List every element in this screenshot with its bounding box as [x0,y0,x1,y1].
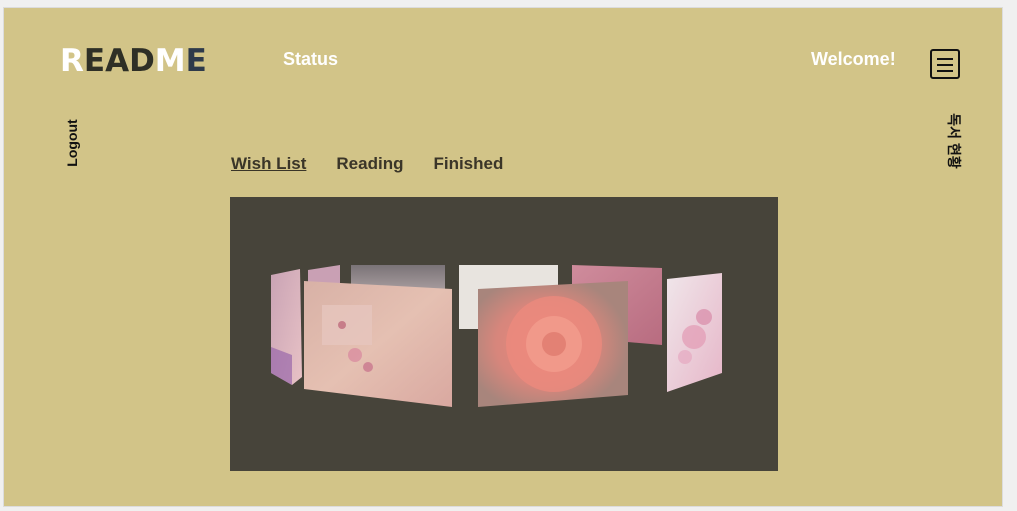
logout-button[interactable]: Logout [62,116,82,170]
page: README Status Welcome! Logout 독서 현황 Wish… [3,7,1003,507]
carousel-card-detail [363,362,373,372]
logo-letter: E [83,43,106,79]
welcome-text: Welcome! [811,49,896,69]
reading-stats-label: 독서 현황 [946,113,962,169]
nav-status-link[interactable]: Status [283,49,338,70]
carousel-card-detail [338,321,346,329]
reading-stats-link[interactable]: 독서 현황 [944,110,964,172]
carousel-card-detail [682,325,706,349]
tab-reading[interactable]: Reading [336,154,403,174]
menu-line [937,70,953,72]
tab-wish-list[interactable]: Wish List [231,154,306,174]
menu-line [937,58,953,60]
carousel-card-detail [348,348,362,362]
hamburger-menu-icon[interactable] [930,49,960,79]
tab-bar: Wish List Reading Finished [231,154,533,174]
logo-letter: M [154,43,186,79]
menu-line [937,64,953,66]
carousel-card-detail [322,305,372,345]
readme-logo[interactable]: README [60,46,207,77]
carousel-card-detail [696,309,712,325]
tab-finished[interactable]: Finished [433,154,503,174]
carousel-card-detail [678,350,692,364]
carousel-card-detail [542,332,566,356]
logo-letter: A [105,43,130,79]
carousel-gallery[interactable] [230,197,778,471]
logout-label: Logout [64,119,80,167]
logo-letter: R [60,43,84,79]
carousel-svg [271,265,722,407]
logo-letter: E [185,43,207,79]
logo-letter: D [129,43,155,79]
